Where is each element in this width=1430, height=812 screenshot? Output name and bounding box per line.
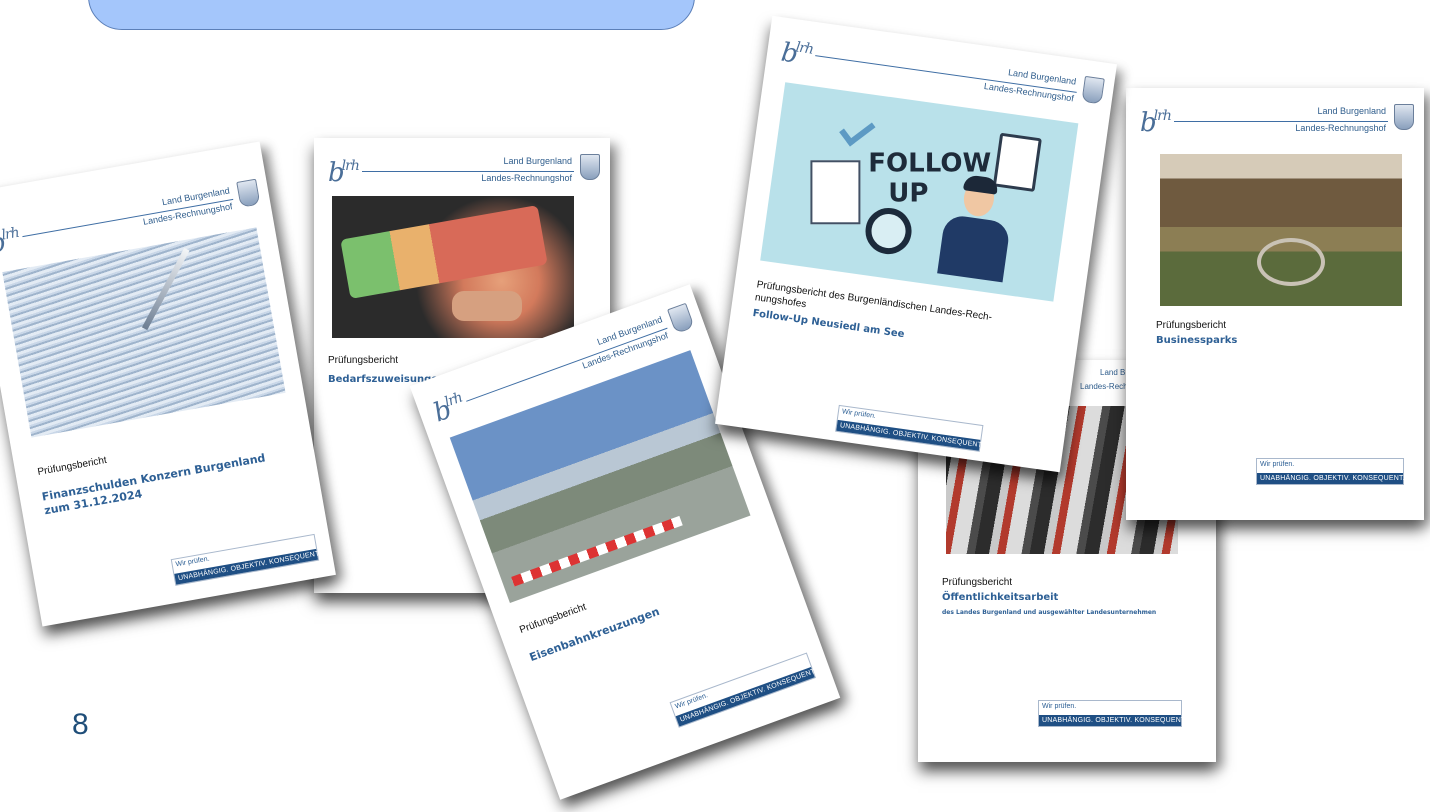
lrh-logo: blrh — [429, 389, 465, 429]
slogan-bottom: UNABHÄNGIG. OBJEKTIV. KONSEQUENT. — [1257, 473, 1405, 484]
businessman-figure — [935, 174, 1018, 283]
header-lrh: Landes-Rechnungshof — [481, 173, 572, 183]
report-label: Prüfungsbericht — [1156, 320, 1227, 331]
report-cover-finanzschulden[interactable]: blrh Land Burgenland Landes-Rechnungshof… — [0, 141, 336, 627]
cover-photo-aerial-business-park — [1160, 154, 1402, 306]
report-label: Prüfungsbericht — [36, 454, 108, 478]
cover-illustration-follow-up: FOLLOW UP — [760, 82, 1079, 302]
report-header: blrh Land Burgenland Landes-Rechnungshof — [314, 138, 610, 198]
slogan-box: Wir prüfen. UNABHÄNGIG. OBJEKTIV. KONSEQ… — [835, 404, 984, 452]
burgenland-crest-icon — [580, 154, 600, 180]
header-lrh: Landes-Rechnungshof — [142, 201, 234, 227]
header-rule — [1174, 121, 1388, 122]
header-land: Land Burgenland — [503, 156, 572, 166]
cover-photo-financial-table — [2, 227, 286, 438]
burgenland-crest-icon — [1394, 104, 1414, 130]
header-lrh: Landes-Rechnungshof — [1295, 123, 1386, 133]
lrh-logo: blrh — [0, 224, 20, 260]
slogan-box: Wir prüfen. UNABHÄNGIG. OBJEKTIV. KONSEQ… — [170, 533, 321, 586]
slogan-top: Wir prüfen. — [1042, 703, 1077, 710]
slogan-box: Wir prüfen. UNABHÄNGIG. OBJEKTIV. KONSEQ… — [669, 652, 818, 728]
report-cover-followup[interactable]: blrh Land Burgenland Landes-Rechnungshof… — [715, 15, 1117, 473]
header-rule — [22, 198, 234, 238]
lrh-logo: blrh — [328, 158, 360, 188]
report-label: Prüfungsbericht — [328, 355, 399, 366]
cover-photo-euro-notes — [332, 196, 574, 338]
lrh-logo: blrh — [1140, 108, 1172, 138]
burgenland-crest-icon — [236, 178, 261, 208]
magnifier-icon — [862, 205, 915, 258]
report-cover-businessparks[interactable]: blrh Land Burgenland Landes-Rechnungshof… — [1126, 88, 1424, 520]
documents-icon — [810, 160, 861, 225]
header-lrh: Landes-Rech — [1080, 382, 1128, 391]
checkmark-icon — [839, 112, 876, 147]
report-title: Öffentlichkeitsarbeit — [942, 592, 1059, 603]
burgenland-crest-icon — [667, 302, 695, 335]
report-subtitle: des Landes Burgenland und ausgewählter L… — [942, 609, 1157, 616]
page-number: 8 — [72, 708, 89, 741]
report-header: blrh Land Burgenland Landes-Rechnungshof — [1126, 88, 1424, 148]
header-land: Land B — [1100, 368, 1126, 377]
header-land: Land Burgenland — [1317, 106, 1386, 116]
header-rule — [362, 171, 574, 172]
report-label: Prüfungsbericht — [942, 577, 1013, 588]
slogan-box: Wir prüfen. UNABHÄNGIG. OBJEKTIV. KONSEQ… — [1256, 458, 1405, 485]
burgenland-crest-icon — [1081, 75, 1105, 105]
report-title: Businessparks — [1156, 335, 1238, 346]
slogan-top: Wir prüfen. — [1260, 461, 1295, 468]
top-banner — [88, 0, 695, 30]
lrh-logo: blrh — [779, 37, 814, 70]
slogan-bottom: UNABHÄNGIG. OBJEKTIV. KONSEQUENT. — [1039, 715, 1187, 726]
slogan-box: Wir prüfen. UNABHÄNGIG. OBJEKTIV. KONSEQ… — [1038, 700, 1187, 727]
report-label: Prüfungsbericht — [518, 601, 588, 636]
